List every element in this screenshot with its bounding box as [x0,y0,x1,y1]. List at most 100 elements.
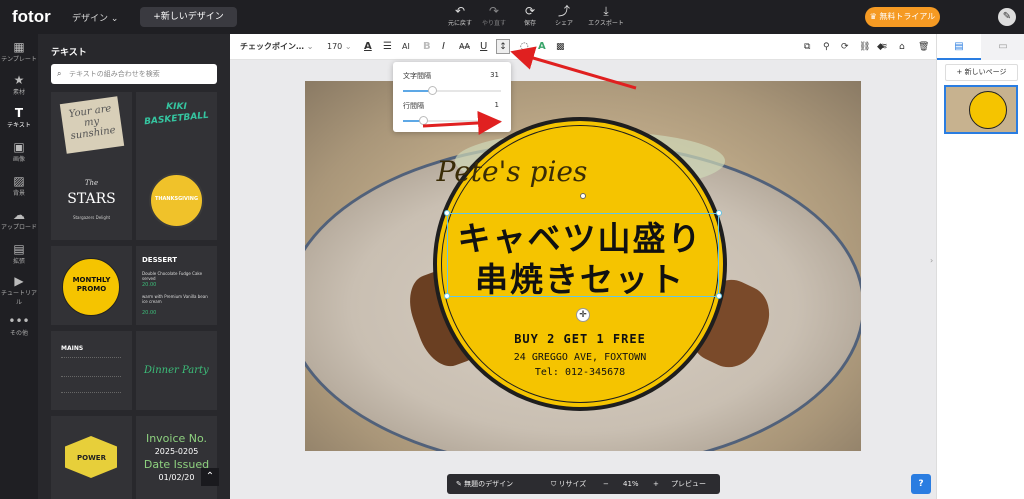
design-menu[interactable]: デザイン ⌄ [72,11,118,24]
preview-button[interactable]: プレビュー [671,474,706,494]
text-template-sunshine[interactable]: Your are my sunshine [51,92,132,172]
page-thumbnail[interactable] [944,85,1018,134]
new-page-button[interactable]: + 新しいページ [945,64,1018,81]
tel-text[interactable]: Tel: 012-345678 [440,367,720,378]
background-icon: ▨ [13,174,25,188]
layers-icon[interactable]: ≋ [880,40,888,54]
right-collapse-handle[interactable]: › [930,256,933,265]
nav-images[interactable]: ▣ 画像 [0,140,38,163]
zoom-level: 41% [623,480,639,488]
resize-handle[interactable] [716,210,722,216]
nav-elements[interactable]: ★ 素材 [0,73,38,96]
spacing-icon[interactable]: ↕ [496,39,510,54]
letter-spacing-label: 文字間隔 [403,72,431,80]
text-template-basketball[interactable]: KIKI BASKETBALL [136,92,217,172]
transparency-icon[interactable]: ▩ [556,40,565,54]
resize-handle[interactable] [716,293,722,299]
spacing-popup: 文字間隔 31 行間隔 1 [393,62,511,132]
text-template-dessert[interactable]: DESSERT Double Chocolate Fudge Cake serv… [136,246,217,325]
undo-icon: ↶ [454,4,466,18]
resize-button[interactable]: ⛉ リサイズ [551,474,586,494]
lock-icon[interactable]: ⌂ [899,40,905,54]
share-button[interactable]: ⤴ シェア [548,4,580,32]
panel-title: テキスト [51,48,87,58]
help-button[interactable]: ? [911,474,931,494]
italic-icon[interactable]: I [442,40,445,54]
chevron-down-icon: ⌄ [110,14,119,24]
underline-icon[interactable]: U [480,40,487,54]
text-search-input[interactable]: ⌕ テキストの組み合わせを検索 [51,64,217,84]
save-icon: ⟳ [524,4,536,18]
strikethrough-icon[interactable]: A̶A̶ [459,40,470,54]
text-template-dinner-party[interactable]: Dinner Party [136,331,217,410]
text-template-invoice[interactable]: Invoice No. 2025-0205 Date Issued 01/02/… [136,416,217,499]
more-icon: ••• [8,314,30,328]
letter-spacing-slider[interactable] [403,86,501,95]
new-design-button[interactable]: +新しいデザイン [140,7,237,27]
case-icon[interactable]: AI [402,40,410,54]
letter-spacing-value: 31 [490,71,499,79]
search-icon: ⌕ [57,69,62,78]
nav-text[interactable]: T テキスト [0,106,38,129]
text-template-monthly-promo[interactable]: MONTHLY PROMO [51,246,132,325]
text-template-power[interactable]: POWER [51,416,132,499]
cloud-upload-icon: ☁ [13,208,25,222]
promo-text[interactable]: BUY 2 GET 1 FREE [440,332,720,346]
move-icon[interactable]: ✛ [576,308,590,322]
nav-background[interactable]: ▨ 背景 [0,174,38,197]
nav-tutorial[interactable]: ▶ チュートリアル [0,274,38,306]
delete-icon[interactable]: 🗑 [918,40,929,54]
star-icon: ★ [13,73,25,87]
link-icon[interactable]: ⛓ [859,40,870,54]
nav-upload[interactable]: ☁ アップロード [0,208,38,231]
align-icon[interactable]: ☰ [383,40,392,54]
pages-panel: ▤ ▭ + 新しいページ [936,34,1024,499]
text-color-icon[interactable]: A [364,40,372,54]
nav-more[interactable]: ••• その他 [0,314,38,337]
zoom-in-button[interactable]: + [653,474,659,494]
pages-tab-icon[interactable]: ▤ [937,34,981,60]
address-text[interactable]: 24 GREGGO AVE, FOXTOWN [440,352,720,363]
bottom-bar: ✎ 無題のデザイン ⛉ リサイズ − 41% + プレビュー [447,474,720,494]
text-panel: テキスト ⌕ テキストの組み合わせを検索 Your are my sunshine… [38,34,230,499]
chevron-down-icon: ⌄ [344,42,352,51]
scroll-top-button[interactable]: ⌃ [201,468,219,486]
text-effect-icon[interactable]: A [538,40,546,54]
avatar[interactable]: ✎ [998,8,1016,26]
free-trial-button[interactable]: ♛ 無料トライアル [865,7,940,27]
redo-button[interactable]: ↷ やり直す [478,4,510,32]
redo-icon: ↷ [488,4,500,18]
text-icon: T [14,106,24,120]
text-toolbar: チェックポイン… ⌄ 170 ⌄ A ☰ AI B I A̶A̶ U ↕ ◌ A… [230,34,936,60]
image-icon: ▣ [13,140,25,154]
selection-box [447,213,719,297]
resize-handle[interactable] [444,293,450,299]
nav-apps[interactable]: ▤ 拡張 [0,242,38,265]
text-template-mains[interactable]: MAINS [51,331,132,410]
zoom-out-button[interactable]: − [603,474,609,494]
font-family-select[interactable]: チェックポイン… ⌄ [240,40,314,54]
text-template-thanksgiving[interactable]: THANKSGIVING [136,161,217,240]
export-button[interactable]: ⤓ エクスポート [586,4,626,32]
image-tab-icon[interactable]: ▭ [981,34,1024,60]
stamp-icon[interactable]: ⚲ [823,40,830,54]
chevron-down-icon: ⌄ [306,42,314,51]
nav-templates[interactable]: ▦ テンプレート [0,40,38,63]
line-spacing-value: 1 [494,101,499,109]
apps-icon: ▤ [13,242,25,256]
undo-button[interactable]: ↶ 元に戻す [444,4,476,32]
effects-icon[interactable]: ◌ [520,40,529,54]
refresh-icon[interactable]: ⟳ [841,40,849,54]
font-size-select[interactable]: 170 ⌄ [327,40,352,54]
text-template-stars[interactable]: The STARS Stargazers Delight [51,161,132,240]
rotate-handle[interactable] [580,193,586,199]
fotor-logo[interactable]: fotor [12,7,51,27]
line-spacing-slider[interactable] [403,116,501,125]
design-name[interactable]: ✎ 無題のデザイン [456,474,513,494]
left-nav: ▦ テンプレート ★ 素材 T テキスト ▣ 画像 ▨ 背景 ☁ アップロード ▤ 拡張 ▶ チ… [0,34,38,499]
duplicate-icon[interactable]: ⧉ [804,40,810,54]
bold-icon[interactable]: B [423,40,431,54]
save-button[interactable]: ⟳ 保存 [514,4,546,32]
resize-handle[interactable] [444,210,450,216]
share-icon: ⤴ [557,4,570,18]
